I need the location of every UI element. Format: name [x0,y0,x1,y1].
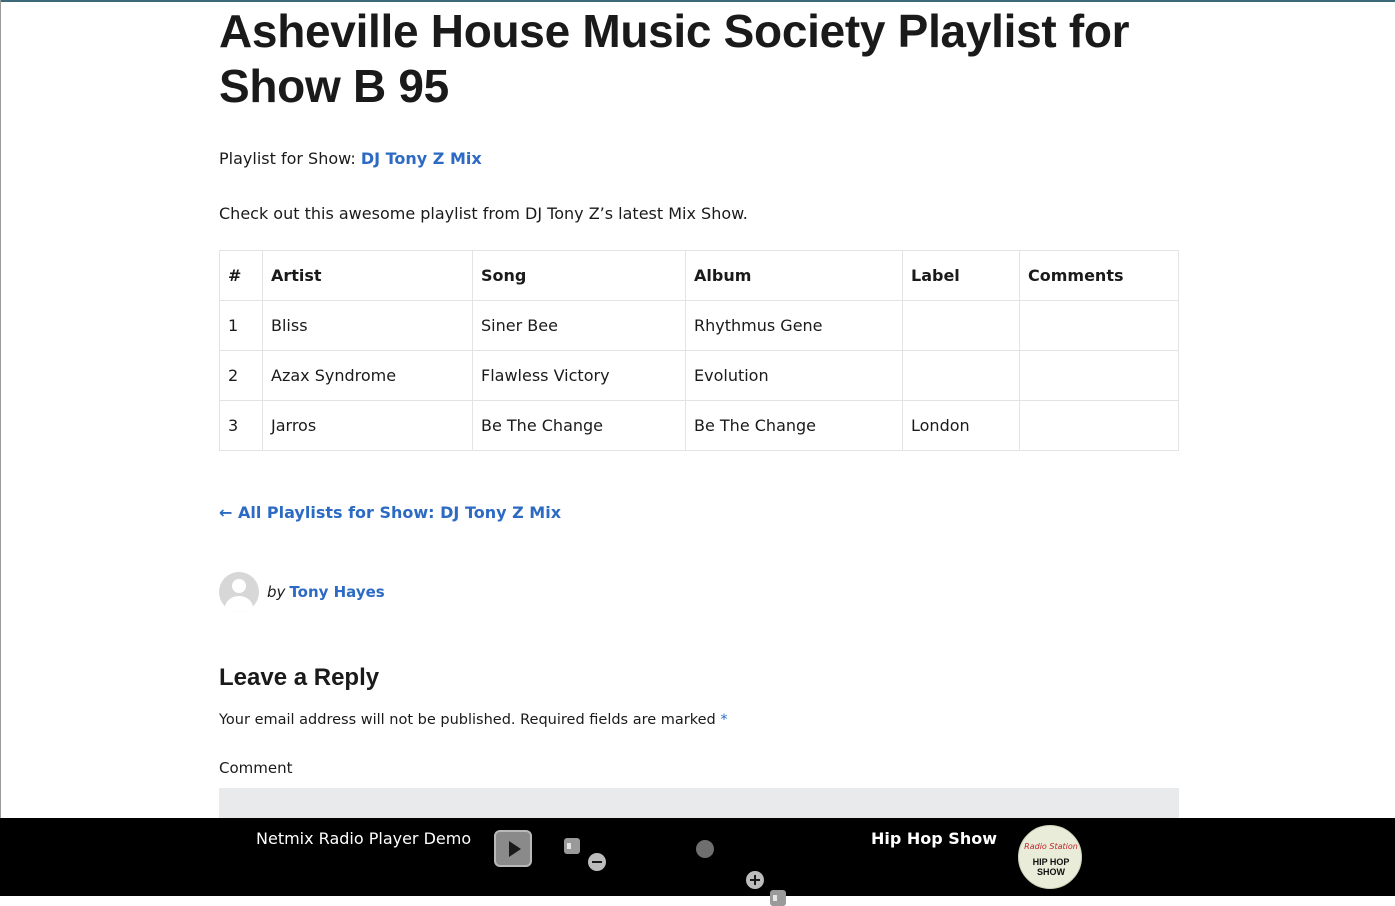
cell-artist: Jarros [262,400,473,451]
avatar [219,572,259,612]
window-edge [0,0,1,818]
table-row: 3 Jarros Be The Change Be The Change Lon… [219,400,1179,451]
required-mark: * [720,712,728,728]
show-prefix: Playlist for Show: [219,149,361,168]
author-byline: by Tony Hayes [219,572,385,612]
post-description: Check out this awesome playlist from DJ … [219,204,748,223]
logo-script-text: Radio Station [1024,842,1078,851]
comment-label: Comment [219,759,293,777]
cell-label [902,300,1020,351]
cell-song: Siner Bee [472,300,686,351]
cell-artist: Azax Syndrome [262,350,473,401]
header-artist: Artist [262,250,473,301]
page-title: Asheville House Music Society Playlist f… [219,5,1130,112]
show-line: Playlist for Show: DJ Tony Z Mix [219,148,482,170]
cell-song: Be The Change [472,400,686,451]
reply-heading: Leave a Reply [219,664,380,691]
player-title: Netmix Radio Player Demo [256,829,472,848]
max-volume-icon[interactable] [770,890,786,906]
playlist-table: # Artist Song Album Label Comments 1 Bli… [219,250,1179,451]
avatar-head-icon [232,579,246,593]
all-playlists-link[interactable]: ← All Playlists for Show: DJ Tony Z Mix [219,503,561,522]
cell-comments [1019,300,1179,351]
show-logo: Radio Station HIP HOP SHOW [1018,825,1082,889]
cell-label: London [902,400,1020,451]
header-comments: Comments [1019,250,1179,301]
table-row: 1 Bliss Siner Bee Rhythmus Gene [219,300,1179,351]
cell-number: 3 [219,400,263,451]
cell-album: Evolution [685,350,903,401]
volume-down-icon[interactable] [588,853,606,871]
notice-text: Your email address will not be published… [219,712,721,728]
cell-album: Be The Change [685,400,903,451]
table-row: 2 Azax Syndrome Flawless Victory Evoluti… [219,350,1179,401]
email-notice: Your email address will not be published… [219,712,728,728]
volume-knob[interactable] [696,840,714,858]
header-number: # [219,250,263,301]
show-link[interactable]: DJ Tony Z Mix [361,149,482,168]
logo-name-text: HIP HOP SHOW [1032,857,1070,877]
back-link-container: ← All Playlists for Show: DJ Tony Z Mix [219,503,561,522]
cell-song: Flawless Victory [472,350,686,401]
current-show-name: Hip Hop Show [871,829,997,848]
cell-artist: Bliss [262,300,473,351]
cell-number: 2 [219,350,263,401]
header-album: Album [685,250,903,301]
cell-number: 1 [219,300,263,351]
header-song: Song [472,250,686,301]
header-label: Label [902,250,1020,301]
cell-album: Rhythmus Gene [685,300,903,351]
by-label: by [267,583,286,601]
cell-comments [1019,350,1179,401]
table-header-row: # Artist Song Album Label Comments [219,250,1179,301]
post-content: Asheville House Music Society Playlist f… [219,0,1179,828]
volume-up-icon[interactable] [746,871,764,889]
radio-player-bar: Netmix Radio Player Demo Hip Hop Show Ra… [0,818,1395,906]
play-icon [509,841,521,857]
cell-comments [1019,400,1179,451]
play-button[interactable] [494,830,532,867]
mute-icon[interactable] [564,838,580,854]
author-link[interactable]: Tony Hayes [289,583,384,601]
avatar-body-icon [225,596,253,612]
cell-label [902,350,1020,401]
